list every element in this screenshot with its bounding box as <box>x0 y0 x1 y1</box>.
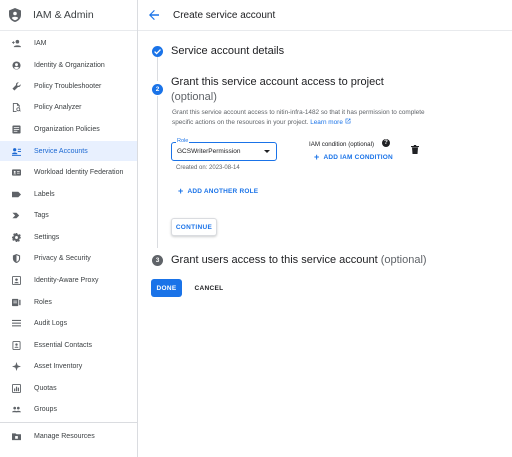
sidebar-header: IAM & Admin <box>0 0 137 31</box>
sidebar-item-groups[interactable]: Groups <box>0 399 137 419</box>
role-label: Role <box>176 138 190 144</box>
add-another-role-button[interactable]: + ADD ANOTHER ROLE <box>178 185 259 196</box>
sidebar-item-essential-contacts[interactable]: Essential Contacts <box>0 335 137 355</box>
plus-icon: + <box>314 152 320 162</box>
sidebar-item-quotas[interactable]: Quotas <box>0 378 137 398</box>
folder-icon <box>11 431 21 441</box>
add-iam-condition-button[interactable]: + ADD IAM CONDITION <box>314 151 393 162</box>
gear-icon <box>11 232 21 242</box>
role-created-on: Created on: 2023-08-14 <box>176 165 240 171</box>
sidebar-item-label: Service Accounts <box>34 147 88 155</box>
description-text: Grant this service account access to nit… <box>172 109 425 126</box>
step2-title: Grant this service account access to pro… <box>171 76 384 88</box>
step3-optional: (optional) <box>380 254 427 266</box>
add-another-role-label: ADD ANOTHER ROLE <box>187 188 259 195</box>
quotas-icon <box>11 383 21 393</box>
dropdown-caret-icon <box>264 150 270 153</box>
sidebar-item-label: Organization Policies <box>34 125 100 133</box>
plus-icon: + <box>178 186 184 196</box>
proxy-icon <box>11 275 21 285</box>
list-doc-icon <box>11 124 21 134</box>
continue-button[interactable]: CONTINUE <box>171 218 217 236</box>
sidebar-item-policy-analyzer[interactable]: Policy Analyzer <box>0 97 137 117</box>
cancel-button[interactable]: CANCEL <box>189 279 229 297</box>
asset-icon <box>11 361 21 371</box>
sidebar-item-label: Quotas <box>34 384 57 392</box>
delete-icon[interactable] <box>411 145 419 154</box>
groups-icon <box>11 404 21 414</box>
sidebar-item-label: Privacy & Security <box>34 254 91 262</box>
step2-optional: (optional) <box>171 91 217 103</box>
sidebar-item-label: Groups <box>34 405 57 413</box>
sidebar-item-label: Essential Contacts <box>34 341 92 349</box>
roles-icon <box>11 297 21 307</box>
step-connector <box>157 96 158 248</box>
step-connector <box>157 57 158 81</box>
role-select[interactable]: Role GCSWriterPermission <box>171 138 277 161</box>
sidebar-item-label: Identity & Organization <box>34 61 105 69</box>
tag-chevron-icon <box>11 210 21 220</box>
sidebar-item-roles[interactable]: Roles <box>0 292 137 312</box>
sidebar-item-policy-troubleshooter[interactable]: Policy Troubleshooter <box>0 76 137 96</box>
learn-more-label: Learn more <box>310 118 343 126</box>
label-icon <box>11 189 21 199</box>
sidebar-title: IAM & Admin <box>33 9 94 21</box>
sidebar-item-manage-resources[interactable]: Manage Resources <box>0 426 137 446</box>
done-button[interactable]: DONE <box>151 279 182 297</box>
add-iam-condition-label: ADD IAM CONDITION <box>323 154 393 161</box>
sidebar-item-privacy-security[interactable]: Privacy & Security <box>0 248 137 268</box>
sidebar-item-label: Audit Logs <box>34 319 68 327</box>
step-complete-check-icon <box>152 46 163 57</box>
sidebar-item-label: Settings <box>34 233 60 241</box>
sidebar-divider <box>0 422 137 423</box>
id-card-icon <box>11 167 21 177</box>
person-add-icon <box>11 38 21 48</box>
step1-title[interactable]: Service account details <box>171 45 284 57</box>
step2-number: 2 <box>152 84 163 95</box>
sidebar-item-label: Identity-Aware Proxy <box>34 276 99 284</box>
sidebar-item-label: Roles <box>34 298 52 306</box>
sidebar-item-label: Labels <box>34 190 55 198</box>
iam-condition-label: IAM condition (optional) <box>309 141 375 148</box>
wrench-icon <box>11 81 21 91</box>
step3-number: 3 <box>152 255 163 266</box>
step3-title[interactable]: Grant users access to this service accou… <box>171 254 427 266</box>
contacts-icon <box>11 340 21 350</box>
page-header: Create service account <box>138 0 512 31</box>
sidebar-item-label: Policy Troubleshooter <box>34 82 102 90</box>
sidebar-item-settings[interactable]: Settings <box>0 227 137 247</box>
external-link-icon <box>345 118 351 123</box>
sidebar-item-label: Policy Analyzer <box>34 103 82 111</box>
step2-description: Grant this service account access to nit… <box>172 108 427 127</box>
sidebar-item-audit-logs[interactable]: Audit Logs <box>0 313 137 333</box>
sidebar-item-label: IAM <box>34 39 47 47</box>
step3-title-text: Grant users access to this service accou… <box>171 254 378 266</box>
sidebar-item-service-accounts[interactable]: Service Accounts <box>0 141 137 161</box>
sidebar-item-identity-organization[interactable]: Identity & Organization <box>0 55 137 75</box>
list-icon <box>11 318 21 328</box>
sidebar: IAM & Admin IAM Identity & Organization … <box>0 0 138 457</box>
shield-icon <box>9 8 21 22</box>
sidebar-item-label: Manage Resources <box>34 432 95 440</box>
help-icon[interactable]: ? <box>382 139 390 147</box>
service-account-icon <box>11 146 21 156</box>
sidebar-item-label: Workload Identity Federation <box>34 168 124 176</box>
back-arrow-icon[interactable] <box>147 8 161 22</box>
account-circle-icon <box>11 60 21 70</box>
page-title: Create service account <box>173 9 276 21</box>
sidebar-item-asset-inventory[interactable]: Asset Inventory <box>0 356 137 376</box>
sidebar-item-label: Tags <box>34 211 49 219</box>
sidebar-item-organization-policies[interactable]: Organization Policies <box>0 119 137 139</box>
document-search-icon <box>11 102 21 112</box>
sidebar-item-label: Asset Inventory <box>34 362 83 370</box>
shield-icon <box>11 253 21 263</box>
sidebar-item-tags[interactable]: Tags <box>0 205 137 225</box>
role-value: GCSWriterPermission <box>177 148 241 155</box>
sidebar-item-workload-identity-federation[interactable]: Workload Identity Federation <box>0 162 137 182</box>
sidebar-item-labels[interactable]: Labels <box>0 184 137 204</box>
sidebar-item-identity-aware-proxy[interactable]: Identity-Aware Proxy <box>0 270 137 290</box>
sidebar-item-iam[interactable]: IAM <box>0 33 137 53</box>
learn-more-link[interactable]: Learn more <box>310 118 351 126</box>
